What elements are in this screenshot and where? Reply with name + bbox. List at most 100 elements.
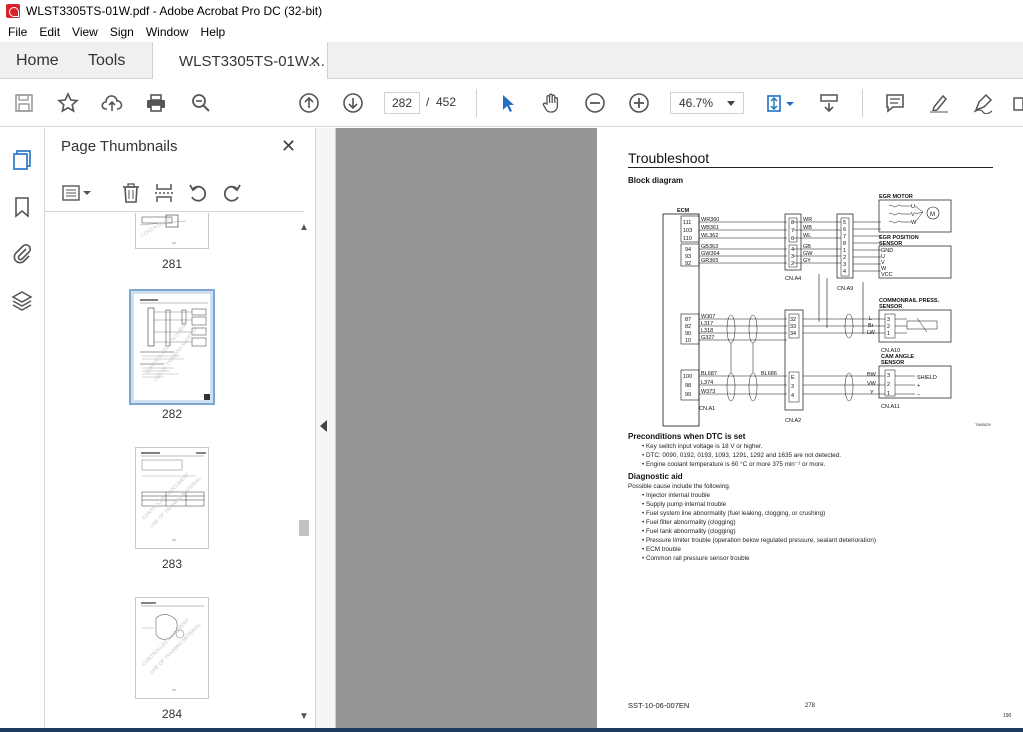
acrobat-logo-icon bbox=[6, 4, 20, 18]
tab-document[interactable]: WLST3305TS-01W.... ✕ bbox=[152, 42, 328, 80]
menu-view[interactable]: View bbox=[66, 25, 104, 39]
ecm-pin: 103 bbox=[683, 228, 692, 234]
ecm-pin: 90 bbox=[685, 331, 691, 337]
svg-text:G327: G327 bbox=[701, 335, 714, 341]
svg-text:33: 33 bbox=[790, 324, 796, 330]
menu-sign[interactable]: Sign bbox=[104, 25, 140, 39]
sign-pen-icon[interactable] bbox=[971, 91, 995, 115]
layers-icon[interactable] bbox=[10, 289, 34, 313]
zoom-level-select[interactable]: 46.7% bbox=[670, 92, 744, 114]
thumbnail-page-281[interactable]: CONTROLLED bbox=[135, 213, 209, 249]
more-tools-icon[interactable] bbox=[1011, 91, 1023, 115]
thumbnail-scrollbar[interactable]: ▲ ▼ bbox=[297, 222, 311, 722]
svg-text:6: 6 bbox=[791, 236, 794, 242]
zoom-in-icon[interactable] bbox=[627, 91, 651, 115]
wires-egr-motor bbox=[699, 221, 841, 264]
page-number-input[interactable]: 282 bbox=[384, 92, 420, 114]
highlight-pen-icon[interactable] bbox=[927, 91, 951, 115]
fit-page-dropdown-icon[interactable] bbox=[784, 91, 796, 115]
diagnostic-aid-heading: Diagnostic aid bbox=[628, 472, 683, 481]
hand-tool-icon[interactable] bbox=[539, 91, 563, 115]
wire-label: WR360 bbox=[701, 217, 719, 223]
thumbnail-page-284[interactable]: CONTROLLED DOCUMENT USE OF TRAINING MATE… bbox=[135, 597, 209, 699]
page-thumbnails-icon[interactable] bbox=[10, 148, 34, 172]
connector-label: CN.A9 bbox=[837, 286, 853, 292]
svg-text:M: M bbox=[930, 212, 935, 218]
scroll-down-icon[interactable]: ▼ bbox=[299, 711, 309, 722]
taskbar-edge bbox=[0, 728, 1023, 732]
connector-label: CN.A1 bbox=[699, 406, 715, 412]
svg-text:4: 4 bbox=[791, 393, 794, 399]
cause-item: • Fuel filter abnormality (clogging) bbox=[642, 519, 736, 526]
footer-right-number: 190 bbox=[1003, 713, 1012, 719]
svg-text:5: 5 bbox=[843, 220, 846, 226]
precondition-item: • Key switch input voltage is 18 V or hi… bbox=[642, 443, 763, 450]
zoom-out-icon[interactable] bbox=[583, 91, 607, 115]
svg-text:L317: L317 bbox=[701, 321, 713, 327]
menu-help[interactable]: Help bbox=[195, 25, 232, 39]
tab-home[interactable]: Home bbox=[16, 42, 59, 79]
svg-text:W373: W373 bbox=[701, 389, 715, 395]
fit-page-icon[interactable] bbox=[762, 91, 786, 115]
ecm-pin: 110 bbox=[683, 236, 692, 242]
previous-page-icon[interactable] bbox=[297, 91, 321, 115]
ecm-pin: 82 bbox=[685, 324, 691, 330]
thumbnail-page-282[interactable]: CONTROLLED DOCUMENT USE OF TRAINING MATE… bbox=[129, 289, 215, 405]
svg-text:SENSOR: SENSOR bbox=[881, 360, 904, 366]
scroll-mode-icon[interactable] bbox=[817, 91, 841, 115]
menu-window[interactable]: Window bbox=[140, 25, 195, 39]
svg-text:1: 1 bbox=[843, 248, 846, 254]
svg-text:VCC: VCC bbox=[881, 272, 893, 278]
connector-label: CN.A4 bbox=[785, 276, 801, 282]
rotate-right-icon[interactable] bbox=[221, 182, 243, 204]
save-icon[interactable] bbox=[12, 91, 36, 115]
svg-text:SHIELD: SHIELD bbox=[917, 375, 937, 381]
menu-file[interactable]: File bbox=[2, 25, 33, 39]
cause-item: • ECM trouble bbox=[642, 546, 681, 553]
cause-item: • Fuel tank abnormality (clogging) bbox=[642, 528, 736, 535]
svg-text:Br: Br bbox=[868, 323, 874, 329]
svg-text:7: 7 bbox=[843, 234, 846, 240]
window-title: WLST3305TS-01W.pdf - Adobe Acrobat Pro D… bbox=[26, 4, 323, 18]
svg-text:Y: Y bbox=[870, 390, 874, 396]
close-tab-icon[interactable]: ✕ bbox=[309, 53, 321, 70]
attachments-icon[interactable] bbox=[10, 241, 34, 265]
precondition-item: • DTC: 0090, 0192, 0193, 1093, 1291, 129… bbox=[642, 452, 841, 459]
thumbnail-toolbar bbox=[45, 174, 304, 212]
svg-text:WR: WR bbox=[803, 217, 812, 223]
thumbnail-options-icon[interactable] bbox=[61, 182, 93, 204]
cause-item: • Fuel system line abnormality (fuel lea… bbox=[642, 510, 826, 517]
next-page-icon[interactable] bbox=[341, 91, 365, 115]
svg-text:BL686: BL686 bbox=[761, 371, 777, 377]
egr-motor-box bbox=[878, 199, 952, 233]
page-separator: / bbox=[426, 95, 430, 109]
comment-icon[interactable] bbox=[883, 91, 907, 115]
svg-text:1: 1 bbox=[887, 331, 890, 337]
rotate-left-icon[interactable] bbox=[187, 182, 209, 204]
extract-pages-icon[interactable] bbox=[153, 182, 175, 204]
svg-text:3: 3 bbox=[791, 254, 794, 260]
bookmarks-icon[interactable] bbox=[10, 195, 34, 219]
scrollbar-thumb[interactable] bbox=[299, 520, 309, 536]
upload-cloud-icon[interactable] bbox=[100, 91, 124, 115]
zoom-search-icon[interactable] bbox=[189, 91, 213, 115]
svg-text:2: 2 bbox=[791, 261, 794, 267]
ecm-pin: 111 bbox=[683, 220, 691, 226]
tab-tools[interactable]: Tools bbox=[88, 42, 125, 79]
menu-edit[interactable]: Edit bbox=[33, 25, 66, 39]
select-cursor-icon[interactable] bbox=[496, 91, 520, 115]
collapse-panel-icon[interactable] bbox=[320, 420, 327, 432]
cause-item: • Supply pump internal trouble bbox=[642, 501, 727, 508]
wire-label: GB363 bbox=[701, 244, 718, 250]
delete-page-icon[interactable] bbox=[120, 182, 142, 204]
bookmark-star-icon[interactable] bbox=[56, 91, 80, 115]
close-panel-icon[interactable]: ✕ bbox=[281, 136, 296, 157]
svg-text:SENSOR: SENSOR bbox=[879, 304, 902, 310]
title-bar: WLST3305TS-01W.pdf - Adobe Acrobat Pro D… bbox=[0, 0, 1023, 22]
svg-text:1: 1 bbox=[887, 391, 890, 397]
print-icon[interactable] bbox=[144, 91, 168, 115]
ecm-label: ECM bbox=[677, 208, 690, 214]
scroll-up-icon[interactable]: ▲ bbox=[299, 222, 309, 233]
svg-text:4: 4 bbox=[791, 247, 794, 253]
thumbnail-page-283[interactable]: CONTROLLED DOCUMENT USE OF TRAINING MATE… bbox=[135, 447, 209, 549]
